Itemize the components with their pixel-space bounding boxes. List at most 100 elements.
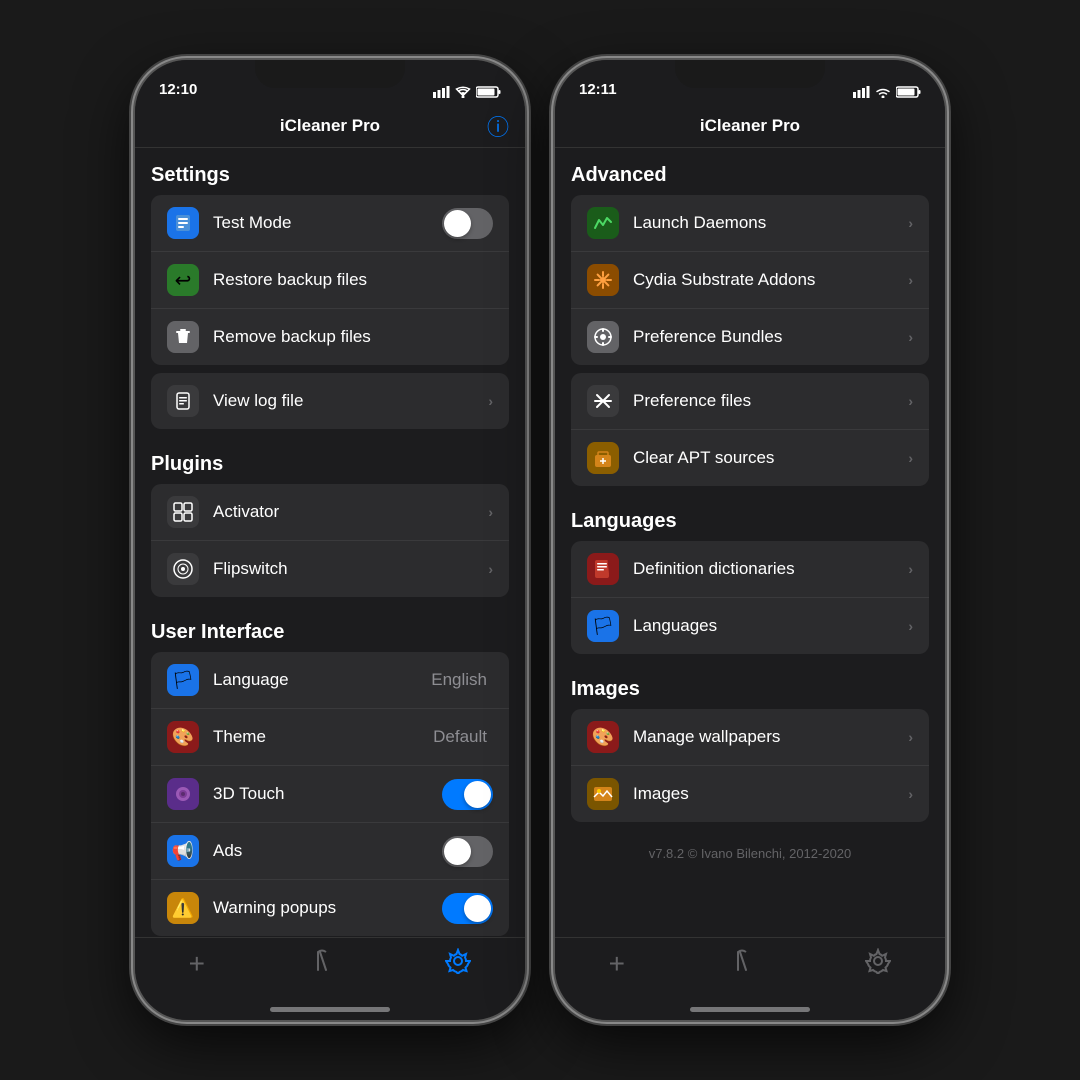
definition-dicts-icon — [587, 553, 619, 585]
nav-title-1: iCleaner Pro — [280, 116, 380, 136]
manage-wallpapers-chevron: › — [908, 729, 913, 745]
flipswitch-item[interactable]: Flipswitch › — [151, 541, 509, 597]
warning-icon: ⚠️ — [167, 892, 199, 924]
clear-apt-item[interactable]: Clear APT sources › — [571, 430, 929, 486]
home-indicator-2 — [690, 1007, 810, 1012]
tab-clean-1[interactable] — [312, 948, 338, 974]
activator-item[interactable]: Activator › — [151, 484, 509, 541]
launch-daemons-icon — [587, 207, 619, 239]
definition-dicts-label: Definition dictionaries — [633, 559, 908, 579]
phone-1: 12:10 iCleaner Pro ⓘ Settings Test Mode — [135, 60, 525, 1020]
launch-daemons-item[interactable]: Launch Daemons › — [571, 195, 929, 252]
definition-dicts-item[interactable]: Definition dictionaries › — [571, 541, 929, 598]
languages-label: Languages — [633, 616, 908, 636]
clean-icon-2 — [732, 948, 758, 974]
preference-bundles-chevron: › — [908, 329, 913, 345]
battery-icon — [476, 86, 501, 98]
flipswitch-label: Flipswitch — [213, 559, 488, 579]
notch-2 — [675, 60, 825, 88]
tab-settings-2[interactable] — [865, 948, 891, 974]
toggle-thumb-warn — [464, 895, 491, 922]
tab-add-1[interactable]: + — [189, 948, 205, 980]
wifi-icon — [455, 86, 471, 98]
theme-item[interactable]: 🎨 Theme Default — [151, 709, 509, 766]
tab-clean-2[interactable] — [732, 948, 758, 974]
status-icons-1 — [433, 86, 501, 100]
test-mode-toggle[interactable] — [442, 208, 493, 239]
activator-label: Activator — [213, 502, 488, 522]
preference-bundles-item[interactable]: Preference Bundles › — [571, 309, 929, 365]
log-group: View log file › — [151, 373, 509, 429]
preference-files-icon — [587, 385, 619, 417]
activator-icon — [167, 496, 199, 528]
restore-backup-item[interactable]: ↩ Restore backup files — [151, 252, 509, 309]
test-mode-icon — [167, 207, 199, 239]
manage-wallpapers-icon: 🎨 — [587, 721, 619, 753]
section-ui: User Interface — [135, 605, 525, 652]
warning-toggle[interactable] — [442, 893, 493, 924]
tab-settings-1[interactable] — [445, 948, 471, 974]
wifi-icon-2 — [875, 86, 891, 98]
ads-icon: 📢 — [167, 835, 199, 867]
language-label: Language — [213, 670, 431, 690]
definition-dicts-chevron: › — [908, 561, 913, 577]
clear-apt-icon — [587, 442, 619, 474]
nav-title-2: iCleaner Pro — [700, 116, 800, 136]
settings-icon-2 — [865, 948, 891, 974]
restore-backup-icon: ↩ — [167, 264, 199, 296]
view-log-icon — [167, 385, 199, 417]
toggle-thumb-ads — [444, 838, 471, 865]
manage-wallpapers-label: Manage wallpapers — [633, 727, 908, 747]
ads-label: Ads — [213, 841, 442, 861]
3dtouch-toggle[interactable] — [442, 779, 493, 810]
preference-files-item[interactable]: Preference files › — [571, 373, 929, 430]
languages-item[interactable]: 🏳 Languages › — [571, 598, 929, 654]
version-text: v7.8.2 © Ivano Bilenchi, 2012-2020 — [555, 830, 945, 877]
images-chevron: › — [908, 786, 913, 802]
test-mode-item[interactable]: Test Mode — [151, 195, 509, 252]
activator-chevron: › — [488, 504, 493, 520]
status-icons-2 — [853, 86, 921, 100]
info-button-1[interactable]: ⓘ — [487, 110, 509, 142]
test-mode-label: Test Mode — [213, 213, 442, 233]
launch-daemons-label: Launch Daemons — [633, 213, 908, 233]
flipswitch-icon — [167, 553, 199, 585]
cydia-substrate-item[interactable]: Cydia Substrate Addons › — [571, 252, 929, 309]
warning-label: Warning popups — [213, 898, 442, 918]
theme-label: Theme — [213, 727, 433, 747]
warning-item[interactable]: ⚠️ Warning popups — [151, 880, 509, 936]
signal-icon-2 — [853, 86, 870, 98]
launch-daemons-chevron: › — [908, 215, 913, 231]
add-icon-1: + — [189, 948, 205, 980]
images-group: 🎨 Manage wallpapers › Images › — [571, 709, 929, 822]
settings-icon-1 — [445, 948, 471, 974]
images-icon — [587, 778, 619, 810]
status-time-1: 12:10 — [159, 81, 197, 100]
tab-add-2[interactable]: + — [609, 948, 625, 980]
clean-icon-1 — [312, 948, 338, 974]
3dtouch-item[interactable]: 3D Touch — [151, 766, 509, 823]
restore-backup-label: Restore backup files — [213, 270, 493, 290]
language-item[interactable]: 🏳 Language English — [151, 652, 509, 709]
preference-bundles-icon — [587, 321, 619, 353]
view-log-item[interactable]: View log file › — [151, 373, 509, 429]
languages-group: Definition dictionaries › 🏳 Languages › — [571, 541, 929, 654]
language-icon: 🏳 — [167, 664, 199, 696]
cydia-substrate-chevron: › — [908, 272, 913, 288]
ads-item[interactable]: 📢 Ads — [151, 823, 509, 880]
content-1: Settings Test Mode ↩ Restore backup file… — [135, 148, 525, 937]
manage-wallpapers-item[interactable]: 🎨 Manage wallpapers › — [571, 709, 929, 766]
languages-chevron: › — [908, 618, 913, 634]
section-languages: Languages — [555, 494, 945, 541]
add-icon-2: + — [609, 948, 625, 980]
languages-icon: 🏳 — [587, 610, 619, 642]
preference-files-label: Preference files — [633, 391, 908, 411]
ads-toggle[interactable] — [442, 836, 493, 867]
signal-icon — [433, 86, 450, 98]
settings-group: Test Mode ↩ Restore backup files Remove … — [151, 195, 509, 365]
images-item[interactable]: Images › — [571, 766, 929, 822]
preference-bundles-label: Preference Bundles — [633, 327, 908, 347]
home-indicator-1 — [270, 1007, 390, 1012]
remove-backup-item[interactable]: Remove backup files — [151, 309, 509, 365]
advanced-group: Launch Daemons › Cydia Substrate Addons … — [571, 195, 929, 365]
